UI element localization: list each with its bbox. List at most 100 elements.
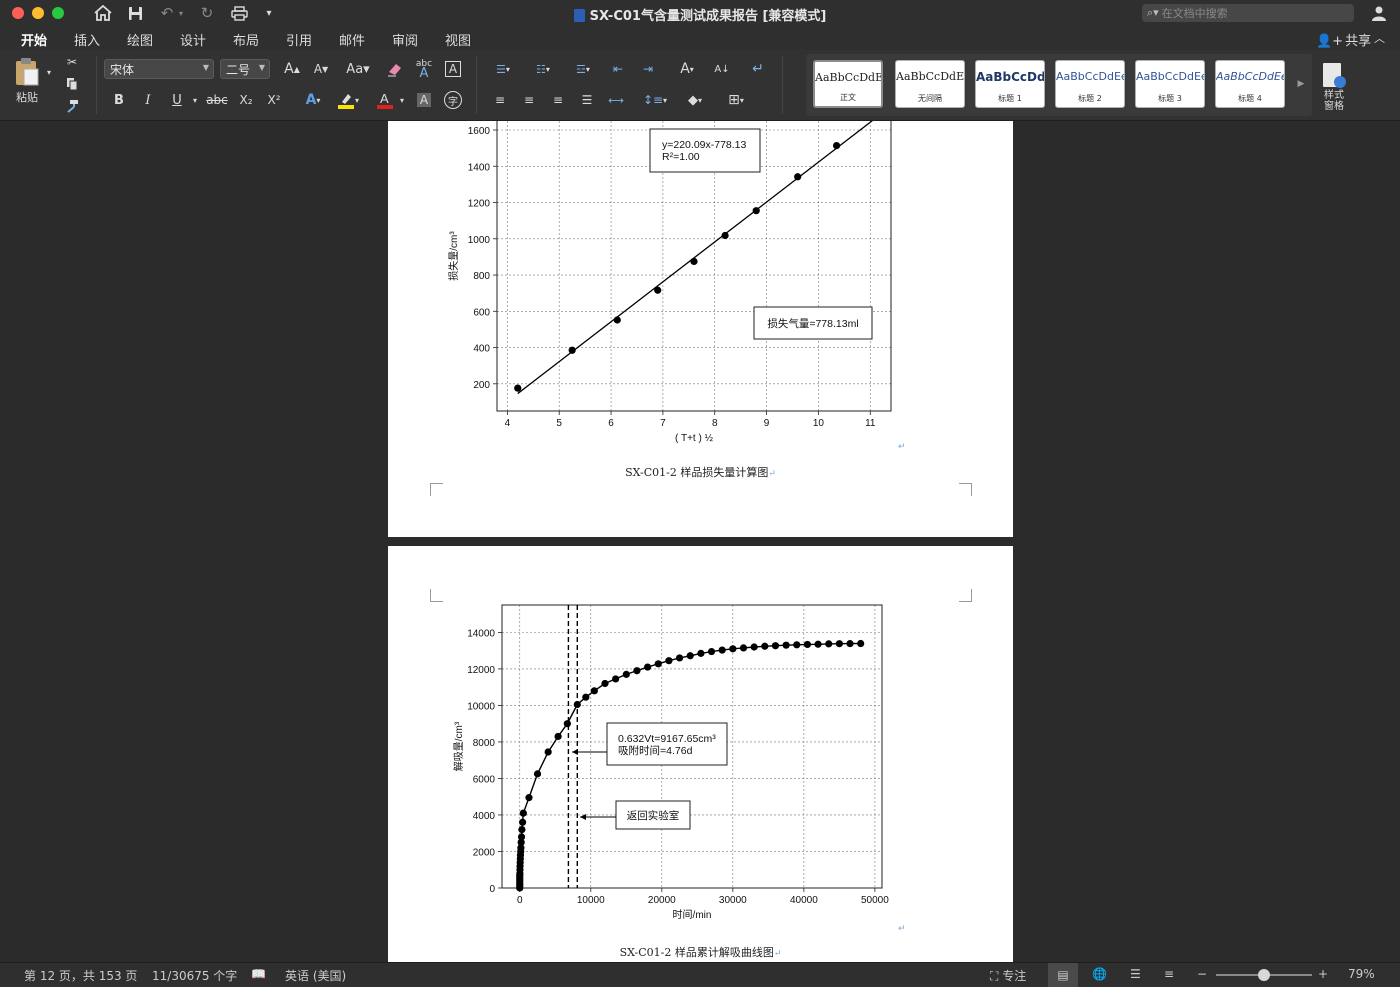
style-normal[interactable]: AaBbCcDdEe 正文 <box>813 60 883 108</box>
word-count[interactable]: 11/30675 个字 <box>152 967 237 984</box>
superscript-button[interactable]: X² <box>263 90 285 110</box>
x-tick-label: 6 <box>608 418 614 429</box>
grow-font-button[interactable]: A ▲ <box>280 59 304 79</box>
change-case-button[interactable]: Aa▾ <box>343 59 373 79</box>
decrease-indent-icon[interactable]: ⇤ <box>606 59 630 79</box>
bullets-icon[interactable]: ☰ ▾ <box>486 59 520 79</box>
zoom-slider[interactable] <box>1216 969 1312 981</box>
document-canvas[interactable]: 4 5 6 7 8 9 10 11 200 400 600 800 1000 1200 1400 1600 ( … <box>0 121 1400 962</box>
multilevel-list-icon[interactable]: ☲ ▾ <box>566 59 600 79</box>
data-point <box>514 384 522 392</box>
y-tick-label: 1000 <box>468 235 491 246</box>
shading-icon[interactable]: ◆ ▾ <box>678 90 712 110</box>
highlight-color-button[interactable]: ▾ <box>333 90 363 110</box>
tab-mailings[interactable]: 邮件 <box>339 30 365 49</box>
paste-button[interactable]: 粘贴 <box>10 56 44 106</box>
draft-view-icon[interactable]: ≡ <box>1164 967 1174 981</box>
ribbon-tabs: 开始 插入 绘图 设计 布局 引用 邮件 审阅 视图 👤+ 共享 ︿ <box>0 27 1400 54</box>
chevron-down-icon: ▼ <box>202 63 209 72</box>
zoom-out-button[interactable]: − <box>1197 967 1207 981</box>
clear-formatting-icon[interactable] <box>384 59 406 79</box>
tab-view[interactable]: 视图 <box>445 30 471 49</box>
y-tick-label: 6000 <box>473 774 496 785</box>
cut-icon[interactable]: ✂ <box>62 53 82 71</box>
subscript-button[interactable]: X₂ <box>235 90 257 110</box>
styles-more-icon[interactable]: ▶ <box>1294 76 1308 92</box>
sort-icon[interactable]: A↓ <box>710 59 734 79</box>
tab-review[interactable]: 审阅 <box>392 30 418 49</box>
language-indicator[interactable]: 英语 (美国) <box>285 967 346 984</box>
align-left-icon[interactable]: ≡ <box>488 90 512 110</box>
font-color-button[interactable]: A ▾ <box>372 90 408 110</box>
show-formatting-marks-icon[interactable]: ↵ <box>746 59 770 79</box>
r-squared-label: R²=1.00 <box>662 151 700 163</box>
text-effects-button[interactable]: A ▾ <box>299 90 327 110</box>
borders-icon[interactable]: ⊞ ▾ <box>718 90 754 110</box>
copy-icon[interactable] <box>62 75 82 93</box>
align-center-icon[interactable]: ≡ <box>517 90 541 110</box>
data-point <box>793 641 801 649</box>
tab-insert[interactable]: 插入 <box>74 30 100 49</box>
x-tick-label: 10000 <box>577 895 605 906</box>
y-tick-label: 0 <box>489 884 495 895</box>
distributed-icon[interactable]: ⟷ <box>604 90 628 110</box>
outline-view-icon[interactable]: ☰ <box>1130 967 1141 981</box>
search-box[interactable]: ⌕▾ 在文档中搜索 <box>1142 4 1354 22</box>
italic-button[interactable]: I <box>137 90 159 110</box>
style-heading-3[interactable]: AaBbCcDdEe 标题 3 <box>1135 60 1205 108</box>
style-no-spacing[interactable]: AaBbCcDdEe 无间隔 <box>895 60 965 108</box>
underline-dropdown-icon[interactable]: ▾ <box>190 94 200 106</box>
share-button[interactable]: 👤+ 共享 <box>1316 30 1371 49</box>
y-tick-label: 1400 <box>468 162 491 173</box>
data-point <box>633 667 641 675</box>
focus-mode-button[interactable]: ⛶ 专注 <box>990 967 1026 984</box>
character-shading-icon[interactable]: A <box>414 90 434 110</box>
format-painter-icon[interactable] <box>62 97 82 115</box>
bold-button[interactable]: B <box>108 90 130 110</box>
increase-indent-icon[interactable]: ⇥ <box>636 59 660 79</box>
figure-caption: SX-C01-2 样品损失量计算图↵ <box>625 466 776 479</box>
character-border-icon[interactable]: A <box>443 59 463 79</box>
zoom-slider-thumb[interactable] <box>1258 969 1270 981</box>
zoom-level[interactable]: 79% <box>1348 967 1375 981</box>
shrink-font-button[interactable]: A ▼ <box>309 59 333 79</box>
vt-label: 0.632Vt=9167.65cm³ <box>618 733 716 745</box>
tab-home[interactable]: 开始 <box>18 30 50 54</box>
data-point <box>665 657 673 665</box>
print-layout-view-icon[interactable]: ▤ <box>1048 963 1078 987</box>
font-name-select[interactable]: 宋体 ▼ <box>104 59 214 79</box>
line-spacing-icon[interactable]: ↕≡ ▾ <box>638 90 672 110</box>
focus-icon: ⛶ <box>990 969 999 983</box>
data-point <box>644 663 652 671</box>
data-point <box>803 640 812 649</box>
tab-draw[interactable]: 绘图 <box>127 30 153 49</box>
account-icon[interactable] <box>1368 3 1390 23</box>
add-person-icon: 👤+ <box>1316 34 1344 49</box>
tab-design[interactable]: 设计 <box>180 30 206 49</box>
phonetic-guide-icon[interactable]: abc A <box>412 57 436 81</box>
styles-pane-button[interactable]: 样式 窗格 <box>1316 56 1352 118</box>
web-layout-view-icon[interactable]: 🌐 <box>1092 967 1107 981</box>
justify-icon[interactable]: ☰ <box>575 90 599 110</box>
collapse-ribbon-icon[interactable]: ︿ <box>1374 30 1385 46</box>
tab-layout[interactable]: 布局 <box>233 30 259 49</box>
paste-dropdown-icon[interactable]: ▾ <box>44 66 54 78</box>
equation-label: y=220.09x-778.13 <box>662 139 747 151</box>
style-heading-1[interactable]: AaBbCcDdI 标题 1 <box>975 60 1045 108</box>
data-point <box>707 647 716 656</box>
data-point <box>857 639 865 648</box>
enclose-characters-icon[interactable]: 字 <box>442 90 464 110</box>
font-size-select[interactable]: 二号 ▼ <box>220 59 270 79</box>
tab-references[interactable]: 引用 <box>286 30 312 49</box>
asian-layout-icon[interactable]: A ▾ <box>670 59 704 79</box>
proofing-icon[interactable]: 📖 <box>251 967 266 981</box>
data-point <box>782 641 790 649</box>
zoom-in-button[interactable]: + <box>1318 967 1328 981</box>
style-heading-2[interactable]: AaBbCcDdEe 标题 2 <box>1055 60 1125 108</box>
strikethrough-button[interactable]: abc <box>204 90 230 110</box>
style-heading-4[interactable]: AaBbCcDdEe 标题 4 <box>1215 60 1285 108</box>
numbering-icon[interactable]: ☷ ▾ <box>526 59 560 79</box>
align-right-icon[interactable]: ≡ <box>546 90 570 110</box>
underline-button[interactable]: U <box>166 90 188 110</box>
page-count[interactable]: 第 12 页，共 153 页 <box>24 967 137 984</box>
